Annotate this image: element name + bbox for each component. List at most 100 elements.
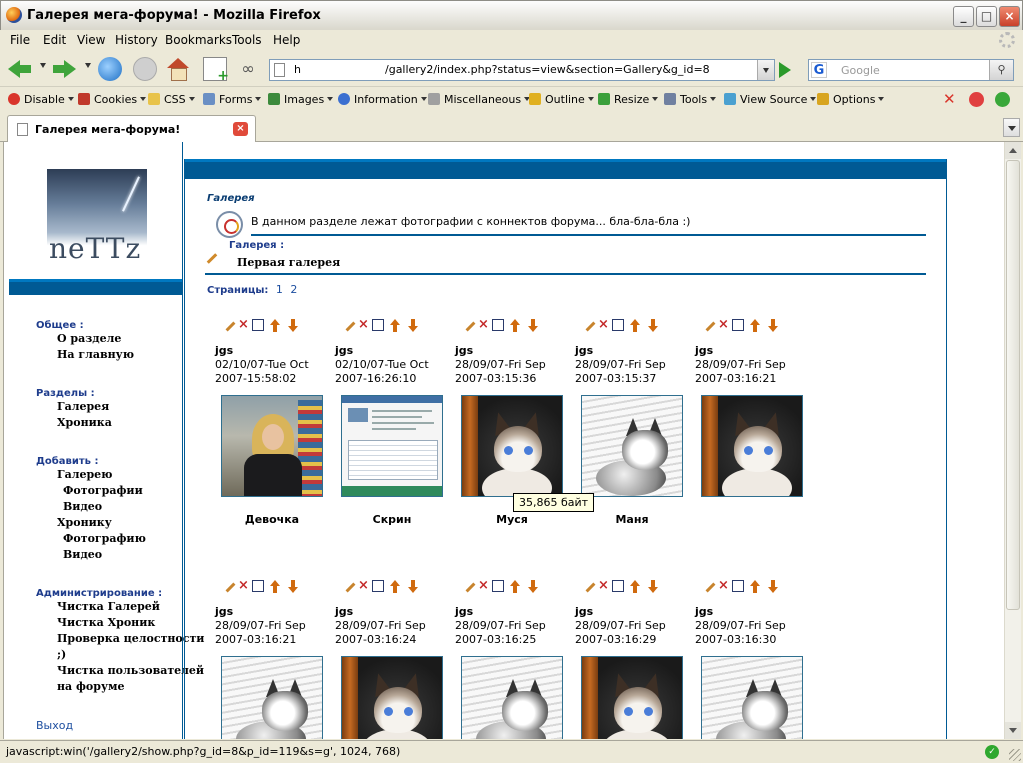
minimize-button[interactable]: _	[953, 6, 974, 27]
edit-pencil-icon[interactable]	[705, 321, 716, 332]
move-up-arrow-icon[interactable]	[510, 319, 520, 332]
sidebar-link-clean-users[interactable]: Чистка пользователей	[57, 664, 204, 677]
stop-icon[interactable]	[133, 57, 157, 81]
edit-pencil-icon[interactable]	[225, 321, 236, 332]
sidebar-link-integrity-check-cont[interactable]: ;)	[57, 648, 66, 661]
edit-pencil-icon[interactable]	[705, 582, 716, 593]
tab-gallery[interactable]: Галерея мега-форума! ×	[7, 115, 256, 142]
resize-grip[interactable]	[1009, 749, 1021, 761]
error-icon[interactable]	[969, 92, 984, 107]
select-checkbox[interactable]	[612, 319, 624, 331]
back-icon[interactable]	[8, 57, 32, 81]
photo-thumbnail[interactable]	[701, 395, 803, 497]
close-toolbar-icon[interactable]: ✕	[943, 92, 958, 107]
sidebar-link-gallery[interactable]: Галерея	[57, 400, 109, 413]
move-up-arrow-icon[interactable]	[390, 580, 400, 593]
select-checkbox[interactable]	[732, 319, 744, 331]
photo-thumbnail[interactable]	[581, 656, 683, 739]
sidebar-link-add-video-2[interactable]: Видео	[63, 548, 102, 561]
dev-information-menu[interactable]: Information	[338, 93, 427, 106]
dev-forms-menu[interactable]: Forms	[203, 93, 262, 106]
breadcrumb[interactable]: Галерея	[207, 193, 255, 204]
menu-view[interactable]: View	[77, 33, 105, 47]
scroll-up-arrow-icon[interactable]	[1005, 142, 1021, 159]
select-checkbox[interactable]	[492, 319, 504, 331]
search-input[interactable]: Google	[841, 64, 880, 77]
scroll-down-arrow-icon[interactable]	[1005, 722, 1021, 739]
move-up-arrow-icon[interactable]	[630, 319, 640, 332]
delete-icon[interactable]: ×	[358, 318, 369, 332]
home-icon[interactable]	[166, 57, 190, 81]
move-down-arrow-icon[interactable]	[408, 319, 418, 332]
menu-file[interactable]: File	[10, 33, 30, 47]
url-history-dropdown-icon[interactable]	[757, 60, 774, 80]
move-down-arrow-icon[interactable]	[408, 580, 418, 593]
page-1-link[interactable]: 1	[276, 283, 283, 296]
sidebar-link-add-photos[interactable]: Фотографии	[63, 484, 143, 497]
select-checkbox[interactable]	[492, 580, 504, 592]
close-window-button[interactable]: ×	[999, 6, 1020, 27]
move-up-arrow-icon[interactable]	[630, 580, 640, 593]
sidebar-link-home[interactable]: На главную	[57, 348, 134, 361]
move-down-arrow-icon[interactable]	[288, 580, 298, 593]
menu-tools[interactable]: Tools	[232, 33, 262, 47]
delete-icon[interactable]: ×	[238, 318, 249, 332]
validator-ok-icon[interactable]: ✓	[985, 745, 999, 759]
sidebar-link-clean-chronicles[interactable]: Чистка Хроник	[57, 616, 155, 629]
move-down-arrow-icon[interactable]	[768, 319, 778, 332]
menu-history[interactable]: History	[115, 33, 158, 47]
page-2-link[interactable]: 2	[290, 283, 297, 296]
reload-icon[interactable]	[98, 57, 122, 81]
photo-thumbnail[interactable]	[221, 656, 323, 739]
tab-list-dropdown-icon[interactable]	[1003, 118, 1020, 137]
search-magnifier-icon[interactable]: ⚲	[989, 60, 1013, 80]
valid-icon[interactable]	[995, 92, 1010, 107]
dev-options-menu[interactable]: Options	[817, 93, 885, 106]
delete-icon[interactable]: ×	[238, 579, 249, 593]
google-engine-icon[interactable]: G	[811, 62, 827, 78]
move-up-arrow-icon[interactable]	[390, 319, 400, 332]
sidebar-link-add-chronicle[interactable]: Хронику	[57, 516, 112, 529]
dev-cookies-menu[interactable]: Cookies	[78, 93, 147, 106]
move-down-arrow-icon[interactable]	[288, 319, 298, 332]
edit-pencil-icon[interactable]	[225, 582, 236, 593]
delete-icon[interactable]: ×	[718, 318, 729, 332]
new-tab-icon[interactable]	[203, 57, 229, 84]
vertical-scrollbar[interactable]	[1004, 142, 1021, 739]
close-tab-icon[interactable]: ×	[233, 122, 248, 136]
maximize-button[interactable]: □	[976, 6, 997, 27]
dev-resize-menu[interactable]: Resize	[598, 93, 659, 106]
sidebar-link-chronicle[interactable]: Хроника	[57, 416, 112, 429]
photo-thumbnail[interactable]	[461, 656, 563, 739]
dev-tools-menu[interactable]: Tools	[664, 93, 717, 106]
edit-gallery-pencil-icon[interactable]	[206, 253, 218, 264]
sidebar-link-clean-users-cont[interactable]: на форуме	[57, 680, 125, 693]
dev-css-menu[interactable]: CSS	[148, 93, 195, 106]
dev-images-menu[interactable]: Images	[268, 93, 334, 106]
move-down-arrow-icon[interactable]	[648, 580, 658, 593]
edit-pencil-icon[interactable]	[465, 321, 476, 332]
site-logo[interactable]: neTTz	[47, 169, 147, 267]
photo-thumbnail[interactable]	[461, 395, 563, 497]
select-checkbox[interactable]	[252, 319, 264, 331]
menu-edit[interactable]: Edit	[43, 33, 66, 47]
dev-outline-menu[interactable]: Outline	[529, 93, 594, 106]
photo-thumbnail[interactable]	[341, 656, 443, 739]
move-up-arrow-icon[interactable]	[750, 580, 760, 593]
edit-pencil-icon[interactable]	[465, 582, 476, 593]
select-checkbox[interactable]	[612, 580, 624, 592]
sidebar-link-about[interactable]: О разделе	[57, 332, 121, 345]
edit-pencil-icon[interactable]	[585, 321, 596, 332]
edit-pencil-icon[interactable]	[585, 582, 596, 593]
forward-icon[interactable]	[52, 57, 76, 81]
glasses-icon[interactable]: ∞	[236, 57, 260, 81]
photo-thumbnail[interactable]	[341, 395, 443, 497]
move-up-arrow-icon[interactable]	[270, 580, 280, 593]
sidebar-link-add-gallery[interactable]: Галерею	[57, 468, 112, 481]
sidebar-link-integrity-check[interactable]: Проверка целостности	[57, 632, 204, 645]
move-down-arrow-icon[interactable]	[768, 580, 778, 593]
delete-icon[interactable]: ×	[598, 579, 609, 593]
move-up-arrow-icon[interactable]	[750, 319, 760, 332]
delete-icon[interactable]: ×	[478, 318, 489, 332]
dev-disable-menu[interactable]: Disable	[8, 93, 74, 106]
